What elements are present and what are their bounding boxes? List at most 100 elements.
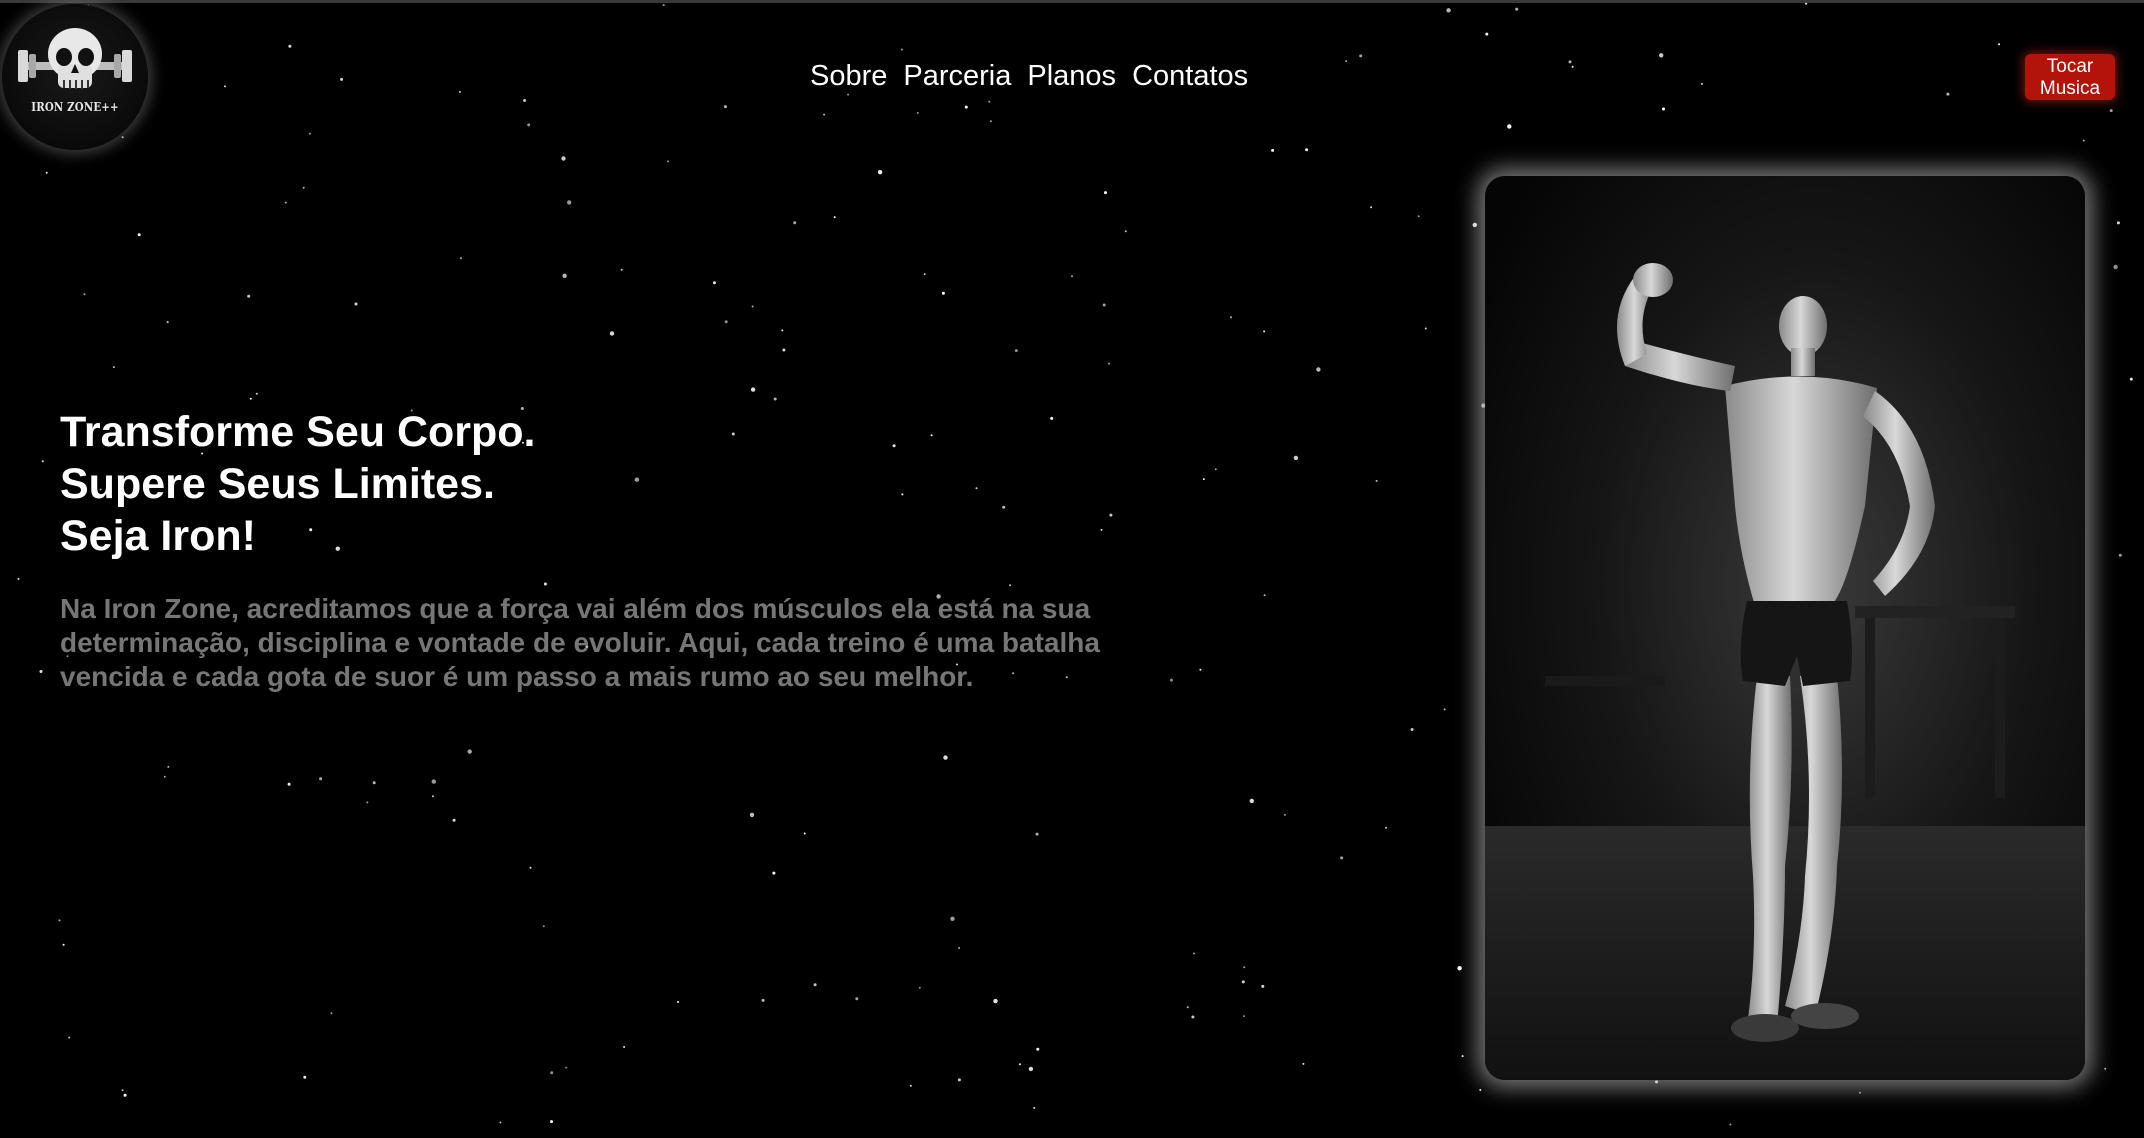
play-music-button[interactable]: Tocar Musica — [2025, 54, 2115, 100]
nav-link-parceria[interactable]: Parceria — [903, 56, 1011, 96]
star — [957, 1078, 961, 1082]
star — [941, 291, 945, 295]
star — [17, 578, 20, 580]
star — [39, 670, 43, 673]
star — [1568, 60, 1572, 64]
star — [1102, 303, 1106, 307]
star — [1479, 1089, 1482, 1091]
star — [1302, 1062, 1305, 1065]
star — [372, 781, 376, 785]
star — [565, 1066, 568, 1069]
star — [561, 156, 566, 161]
star — [1241, 980, 1245, 984]
star — [1193, 952, 1195, 955]
star — [781, 329, 784, 332]
star — [1002, 505, 1006, 509]
star — [1998, 43, 2001, 46]
star — [319, 777, 323, 781]
star — [1507, 124, 1512, 129]
star — [1249, 798, 1255, 804]
star — [2082, 139, 2085, 142]
star — [923, 273, 926, 276]
star — [303, 1075, 307, 1079]
star — [123, 1093, 127, 1097]
star — [677, 1001, 679, 1003]
star — [724, 320, 728, 324]
nav-link-sobre[interactable]: Sobre — [810, 56, 887, 96]
star — [1293, 455, 1299, 461]
star — [623, 1046, 626, 1048]
star — [366, 801, 369, 804]
star — [773, 397, 777, 401]
star — [772, 871, 776, 875]
star — [662, 4, 665, 7]
star — [431, 795, 434, 798]
star — [1446, 8, 1451, 13]
star — [1805, 2, 1808, 5]
star — [1050, 416, 1054, 420]
star — [988, 100, 991, 103]
hero-title: Transforme Seu Corpo. Supere Seus Limite… — [60, 406, 535, 562]
star — [1283, 813, 1286, 816]
star — [1124, 230, 1127, 233]
star — [2109, 109, 2113, 113]
star — [224, 85, 226, 88]
star — [813, 983, 817, 987]
star — [761, 998, 765, 1002]
star — [2113, 264, 2118, 270]
star — [562, 273, 567, 278]
star — [62, 943, 65, 946]
hero-title-line-1: Transforme Seu Corpo. — [60, 408, 536, 456]
star — [1186, 1006, 1189, 1009]
star — [892, 444, 896, 448]
star — [1014, 349, 1018, 353]
star — [731, 432, 735, 436]
star — [1385, 826, 1388, 829]
star — [1571, 65, 1574, 68]
star — [1659, 53, 1664, 58]
star — [340, 77, 344, 81]
star — [83, 293, 86, 296]
star — [523, 99, 527, 102]
star — [1858, 1091, 1861, 1094]
play-music-label-line1: Tocar — [2046, 56, 2094, 77]
star — [1191, 1015, 1195, 1019]
star — [1271, 148, 1275, 152]
star — [499, 1121, 502, 1124]
star — [1655, 1080, 1658, 1084]
star — [467, 749, 472, 754]
logo-text: IRON ZONE++ — [31, 100, 119, 114]
star — [918, 986, 921, 989]
star — [58, 919, 61, 922]
star — [1305, 148, 1309, 152]
hero-title-line-2: Supere Seus Limites. — [60, 460, 495, 508]
star — [750, 387, 756, 392]
play-music-label-line2: Musica — [2039, 78, 2101, 99]
star — [163, 775, 166, 778]
star — [975, 487, 978, 490]
star — [1009, 584, 1012, 587]
star — [41, 460, 44, 463]
star — [723, 105, 727, 109]
star — [855, 997, 859, 1001]
star — [1359, 54, 1363, 58]
star — [634, 477, 640, 482]
star — [1443, 708, 1446, 711]
star — [2118, 553, 2122, 557]
star — [1461, 1055, 1464, 1058]
logo[interactable]: IRON ZONE++ — [2, 4, 148, 150]
main-nav: Sobre Parceria Planos Contatos — [810, 56, 1248, 96]
star — [1729, 1123, 1732, 1126]
hero-title-line-3: Seja Iron! — [60, 512, 256, 560]
star — [166, 321, 169, 324]
star — [1472, 222, 1478, 228]
star — [1071, 275, 1073, 278]
star — [137, 233, 141, 237]
star — [609, 331, 615, 336]
star — [1700, 82, 1703, 85]
nav-link-planos[interactable]: Planos — [1027, 56, 1116, 96]
star — [1424, 327, 1427, 330]
nav-link-contatos[interactable]: Contatos — [1132, 56, 1248, 96]
star — [1169, 678, 1173, 682]
star — [950, 916, 955, 921]
